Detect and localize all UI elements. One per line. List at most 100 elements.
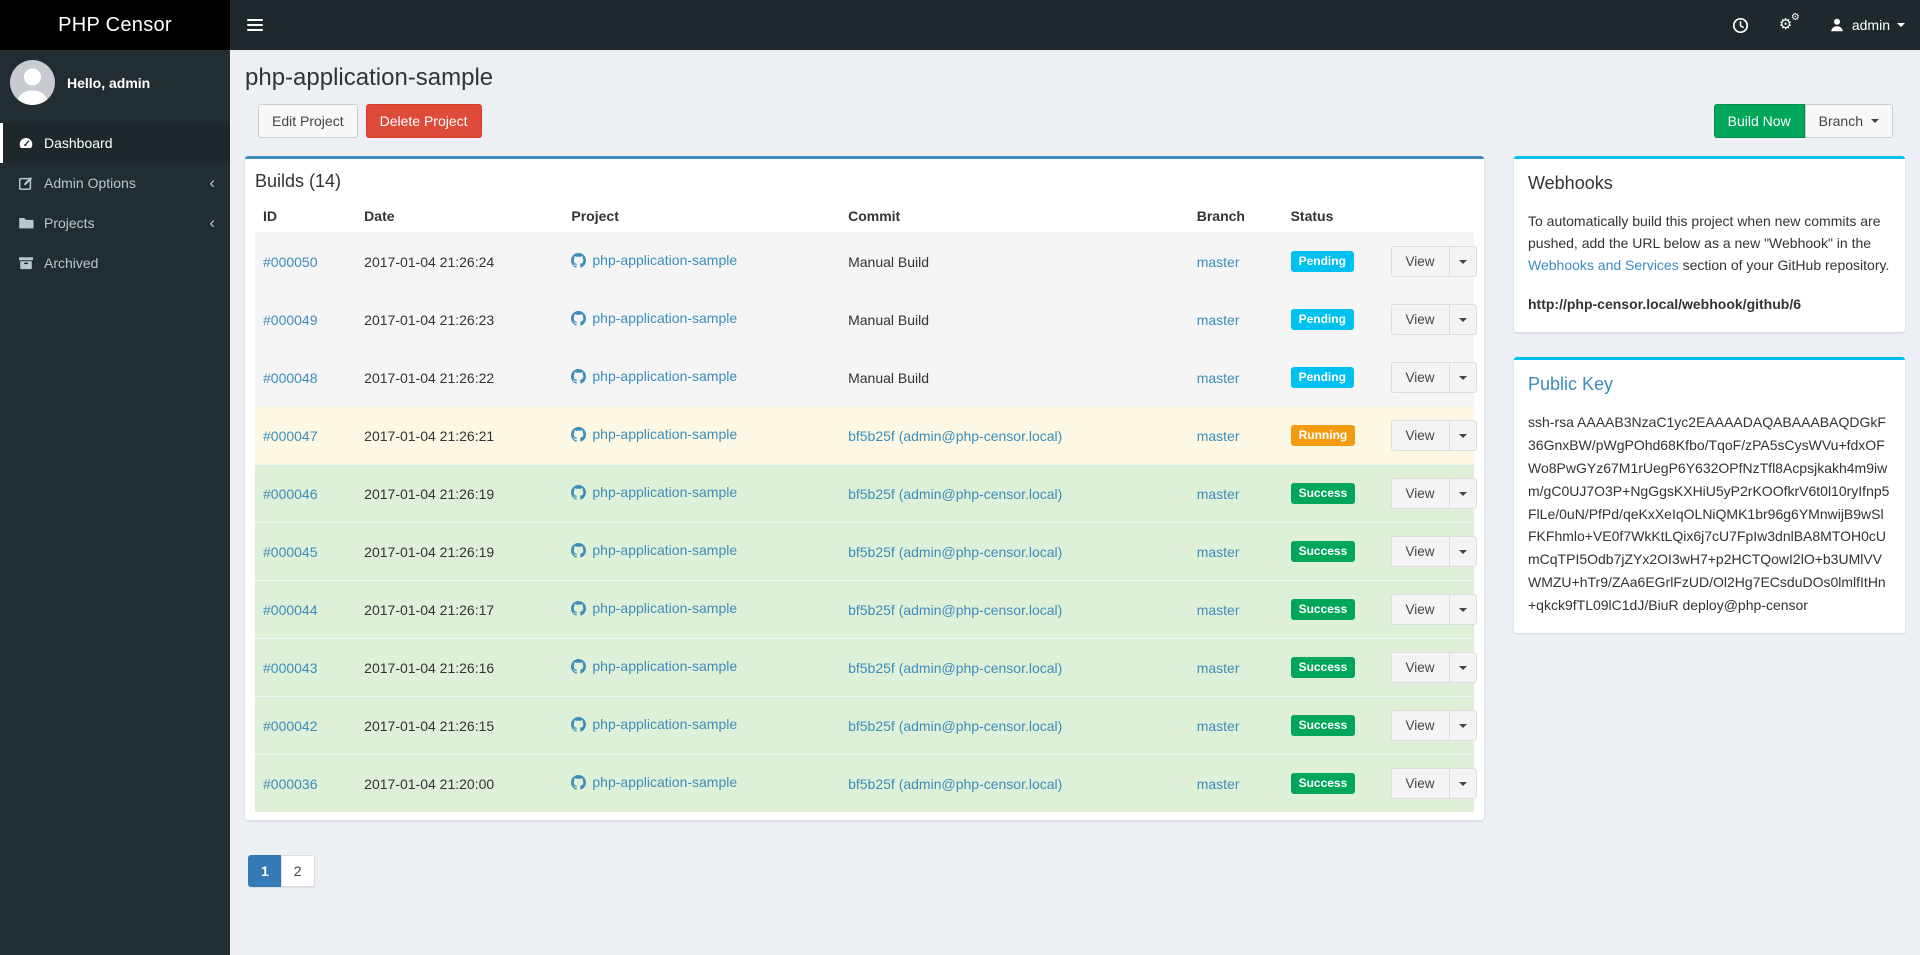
build-id-link[interactable]: #000036 xyxy=(263,776,318,792)
view-button[interactable]: View xyxy=(1390,420,1450,451)
build-now-button[interactable]: Build Now xyxy=(1713,104,1805,138)
branch-dropdown-button[interactable]: Branch xyxy=(1804,104,1893,138)
user-menu[interactable]: admin xyxy=(1814,0,1920,50)
build-id-link[interactable]: #000047 xyxy=(263,428,318,444)
branch-link[interactable]: master xyxy=(1197,602,1240,618)
view-button[interactable]: View xyxy=(1390,768,1450,799)
project-link[interactable]: php-application-sample xyxy=(571,484,737,500)
view-button[interactable]: View xyxy=(1390,536,1450,567)
status-badge: Success xyxy=(1290,599,1356,620)
caret-down-icon xyxy=(1458,259,1467,264)
view-button[interactable]: View xyxy=(1390,304,1450,335)
branch-link[interactable]: master xyxy=(1197,776,1240,792)
project-link[interactable]: php-application-sample xyxy=(571,658,737,674)
build-id-link[interactable]: #000045 xyxy=(263,544,318,560)
caret-down-icon xyxy=(1458,491,1467,496)
project-link[interactable]: php-application-sample xyxy=(571,542,737,558)
view-dropdown-button[interactable] xyxy=(1449,420,1477,451)
commit-link[interactable]: bf5b25f (admin@php-censor.local) xyxy=(848,602,1062,618)
github-icon xyxy=(571,658,587,674)
build-date: 2017-01-04 21:26:16 xyxy=(356,638,564,697)
branch-link[interactable]: master xyxy=(1197,718,1240,734)
github-icon xyxy=(571,368,587,384)
build-id-link[interactable]: #000050 xyxy=(263,254,318,270)
view-dropdown-button[interactable] xyxy=(1449,536,1477,567)
edit-project-button[interactable]: Edit Project xyxy=(258,104,358,138)
commit-link[interactable]: bf5b25f (admin@php-censor.local) xyxy=(848,544,1062,560)
project-link[interactable]: php-application-sample xyxy=(571,368,737,384)
project-link[interactable]: php-application-sample xyxy=(571,310,737,326)
sidebar-item-admin-options[interactable]: Admin Options ‹ xyxy=(0,163,230,203)
view-dropdown-button[interactable] xyxy=(1449,362,1477,393)
sidebar-item-projects[interactable]: Projects ‹ xyxy=(0,203,230,243)
view-button[interactable]: View xyxy=(1390,478,1450,509)
build-id-link[interactable]: #000042 xyxy=(263,718,318,734)
delete-project-button[interactable]: Delete Project xyxy=(365,104,482,138)
project-link[interactable]: php-application-sample xyxy=(571,252,737,268)
build-row: #000047 2017-01-04 21:26:21 php-applicat… xyxy=(255,406,1477,465)
build-id-link[interactable]: #000049 xyxy=(263,312,318,328)
commit-link[interactable]: bf5b25f (admin@php-censor.local) xyxy=(848,428,1062,444)
branch-link[interactable]: master xyxy=(1197,254,1240,270)
view-button[interactable]: View xyxy=(1390,652,1450,683)
webhooks-services-link[interactable]: Webhooks and Services xyxy=(1528,257,1679,273)
column-header-date: Date xyxy=(364,208,395,224)
pagination-page-1[interactable]: 1 xyxy=(248,855,282,887)
view-button[interactable]: View xyxy=(1390,710,1450,741)
content-area: php-application-sample Edit Project Dele… xyxy=(230,50,1920,955)
caret-down-icon xyxy=(1458,317,1467,322)
branch-link[interactable]: master xyxy=(1197,486,1240,502)
clock-icon xyxy=(1732,17,1749,34)
project-link[interactable]: php-application-sample xyxy=(571,600,737,616)
view-dropdown-button[interactable] xyxy=(1449,246,1477,277)
branch-link[interactable]: master xyxy=(1197,428,1240,444)
sidebar-toggle-button[interactable] xyxy=(230,0,280,50)
view-dropdown-button[interactable] xyxy=(1449,652,1477,683)
view-dropdown-button[interactable] xyxy=(1449,304,1477,335)
build-date: 2017-01-04 21:26:23 xyxy=(356,290,564,349)
folder-icon xyxy=(18,215,34,231)
build-id-link[interactable]: #000048 xyxy=(263,370,318,386)
commit-link[interactable]: bf5b25f (admin@php-censor.local) xyxy=(848,718,1062,734)
project-link-label: php-application-sample xyxy=(592,484,738,501)
view-button[interactable]: View xyxy=(1390,246,1450,277)
build-id-link[interactable]: #000046 xyxy=(263,486,318,502)
sidebar-item-archived[interactable]: Archived xyxy=(0,243,230,283)
commit-link[interactable]: bf5b25f (admin@php-censor.local) xyxy=(848,486,1062,502)
view-dropdown-button[interactable] xyxy=(1449,768,1477,799)
brand-logo[interactable]: PHP Censor xyxy=(0,0,230,50)
build-id-link[interactable]: #000044 xyxy=(263,602,318,618)
build-id-link[interactable]: #000043 xyxy=(263,660,318,676)
branch-link[interactable]: master xyxy=(1197,312,1240,328)
settings-menu[interactable]: ⚙ ⚙ xyxy=(1764,0,1814,50)
status-badge: Pending xyxy=(1290,251,1354,272)
sidebar-greeting: Hello, admin xyxy=(67,74,151,91)
branch-link[interactable]: master xyxy=(1197,660,1240,676)
branch-link[interactable]: master xyxy=(1197,370,1240,386)
table-header-row: ID Date Project Commit Branch Status xyxy=(255,198,1474,233)
project-link[interactable]: php-application-sample xyxy=(571,774,737,790)
project-link-label: php-application-sample xyxy=(592,252,738,269)
commit-link[interactable]: bf5b25f (admin@php-censor.local) xyxy=(848,776,1062,792)
view-dropdown-button[interactable] xyxy=(1449,594,1477,625)
build-queue-menu[interactable] xyxy=(1717,0,1764,50)
caret-down-icon xyxy=(1897,23,1905,27)
view-dropdown-button[interactable] xyxy=(1449,478,1477,509)
commit-link[interactable]: bf5b25f (admin@php-censor.local) xyxy=(848,660,1062,676)
project-link[interactable]: php-application-sample xyxy=(571,716,737,732)
sidebar-item-label: Dashboard xyxy=(44,135,113,151)
column-header-commit: Commit xyxy=(848,208,901,224)
project-link-label: php-application-sample xyxy=(592,542,738,559)
github-icon xyxy=(571,484,587,500)
view-button[interactable]: View xyxy=(1390,594,1450,625)
project-link-label: php-application-sample xyxy=(592,426,738,443)
view-dropdown-button[interactable] xyxy=(1449,710,1477,741)
sidebar-item-dashboard[interactable]: Dashboard xyxy=(0,123,230,163)
build-row: #000042 2017-01-04 21:26:15 php-applicat… xyxy=(255,696,1477,755)
view-button[interactable]: View xyxy=(1390,362,1450,393)
project-link-label: php-application-sample xyxy=(592,310,738,327)
pagination-page-2[interactable]: 2 xyxy=(280,855,315,887)
build-row: #000044 2017-01-04 21:26:17 php-applicat… xyxy=(255,580,1477,639)
project-link[interactable]: php-application-sample xyxy=(571,426,737,442)
branch-link[interactable]: master xyxy=(1197,544,1240,560)
